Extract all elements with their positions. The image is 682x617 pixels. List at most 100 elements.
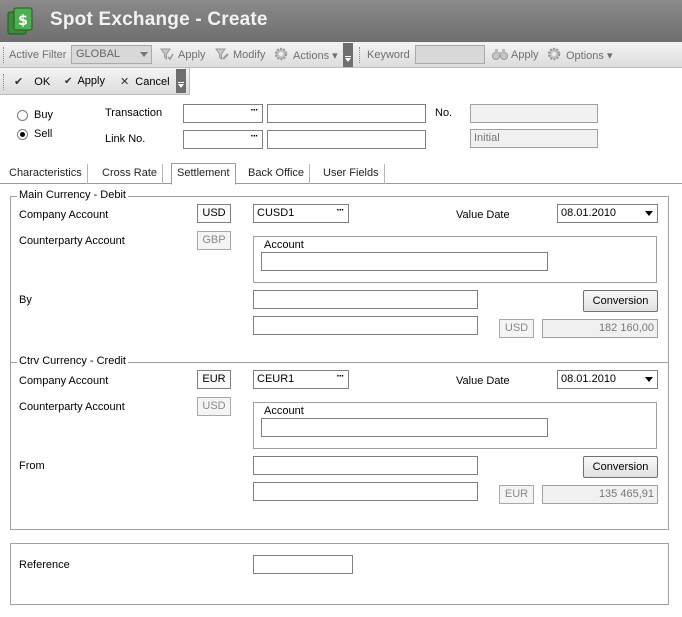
options-menu[interactable]: Options ▾ xyxy=(566,49,613,62)
credit-company-account-value: CEUR1 xyxy=(257,373,295,385)
debit-value-date-picker[interactable]: 08.01.2010 xyxy=(557,204,658,223)
keyword-apply-button[interactable]: Apply xyxy=(511,49,539,61)
credit-amount-field: 135 465,91 xyxy=(542,485,658,504)
actions-menu[interactable]: Actions ▾ xyxy=(293,49,338,62)
toolbar-grip[interactable] xyxy=(3,74,6,90)
debit-value-date: 08.01.2010 xyxy=(561,207,617,219)
credit-value-date-picker[interactable]: 08.01.2010 xyxy=(557,370,658,389)
credit-group-legend: Ctrv Currency - Credit xyxy=(17,355,128,367)
funnel-check-icon xyxy=(160,47,174,64)
transaction-description-field[interactable] xyxy=(267,104,426,123)
chevron-down-icon xyxy=(140,52,148,57)
chevron-down-icon xyxy=(645,377,653,382)
link-no-lookup-button[interactable]: ··· xyxy=(246,131,262,148)
credit-counterparty-currency: USD xyxy=(202,400,226,412)
debit-account-lookup-button[interactable]: ··· xyxy=(332,205,348,222)
tab-user-fields[interactable]: User Fields xyxy=(318,164,385,184)
debit-company-currency-button[interactable]: USD xyxy=(197,204,231,223)
credit-account-lookup-button[interactable]: ··· xyxy=(332,371,348,388)
apply-button[interactable]: ✔ Apply xyxy=(64,75,105,87)
sell-label: Sell xyxy=(34,128,53,140)
by-field-2[interactable] xyxy=(253,316,478,335)
debit-account-label: Account xyxy=(264,239,304,251)
buy-label: Buy xyxy=(34,109,53,121)
transaction-code-field[interactable]: ··· xyxy=(183,104,263,123)
tab-label: Back Office xyxy=(248,167,305,179)
buy-radio[interactable] xyxy=(17,110,28,121)
link-no-label: Link No. xyxy=(105,133,146,145)
filter-apply-button[interactable]: Apply xyxy=(178,49,206,61)
tab-label: Characteristics xyxy=(9,167,82,179)
debit-company-account-field[interactable]: CUSD1 ··· xyxy=(253,204,349,223)
active-filter-select[interactable]: GLOBAL xyxy=(71,45,152,64)
tab-label: User Fields xyxy=(323,167,379,179)
active-filter-value: GLOBAL xyxy=(76,48,121,60)
debit-company-account-label: Company Account xyxy=(19,209,109,221)
debit-amount-field: 182 160,00 xyxy=(542,319,658,338)
debit-conversion-button[interactable]: Conversion xyxy=(583,290,658,312)
currency-exchange-icon: $ xyxy=(6,6,34,36)
debit-amount-currency: USD xyxy=(504,322,529,334)
close-icon: ✕ xyxy=(120,76,130,88)
from-field-1[interactable] xyxy=(253,456,478,475)
number-field xyxy=(470,104,598,123)
credit-conversion-button[interactable]: Conversion xyxy=(583,456,658,478)
credit-account-field[interactable] xyxy=(261,418,548,437)
toolbar-overflow-button[interactable] xyxy=(176,69,186,93)
chevron-down-icon: ▾ xyxy=(606,50,613,62)
tab-label: Cross Rate xyxy=(102,167,158,179)
active-filter-label: Active Filter xyxy=(9,49,67,61)
debit-amount: 182 160,00 xyxy=(598,322,654,334)
from-label: From xyxy=(19,460,45,472)
credit-company-currency: EUR xyxy=(202,373,226,385)
chevron-down-icon: ▾ xyxy=(332,50,338,62)
checkmark-small-icon: ✔ xyxy=(64,76,73,87)
tab-label: Settlement xyxy=(177,167,230,179)
debit-company-account-value: CUSD1 xyxy=(257,207,295,219)
tab-cross-rate[interactable]: Cross Rate xyxy=(97,164,164,184)
toolbar-grip[interactable] xyxy=(359,47,362,63)
toolbar-overflow-button[interactable] xyxy=(343,43,353,67)
funnel-edit-icon xyxy=(215,47,229,64)
sell-radio[interactable] xyxy=(17,129,28,140)
transaction-lookup-button[interactable]: ··· xyxy=(246,105,262,122)
by-field-1[interactable] xyxy=(253,290,478,309)
tab-back-office[interactable]: Back Office xyxy=(243,164,311,184)
credit-counterparty-account-label: Counterparty Account xyxy=(19,401,125,413)
tab-characteristics[interactable]: Characteristics xyxy=(4,164,88,184)
debit-counterparty-account-label: Counterparty Account xyxy=(19,235,125,247)
tab-settlement[interactable]: Settlement xyxy=(171,163,236,185)
from-field-2[interactable] xyxy=(253,482,478,501)
reference-label: Reference xyxy=(19,559,70,571)
credit-company-currency-button[interactable]: EUR xyxy=(197,370,231,389)
reference-field[interactable] xyxy=(253,555,353,574)
ok-button[interactable]: ✔ OK xyxy=(14,75,50,88)
cancel-button[interactable]: ✕ Cancel xyxy=(120,75,170,88)
link-no-code-field[interactable]: ··· xyxy=(183,130,263,149)
debit-counterparty-currency-button: GBP xyxy=(197,231,231,250)
debit-group-legend: Main Currency - Debit xyxy=(17,189,128,201)
link-no-description-field[interactable] xyxy=(267,130,426,149)
debit-value-date-label: Value Date xyxy=(456,209,510,221)
filter-modify-button[interactable]: Modify xyxy=(233,49,265,61)
debit-amount-currency-button: USD xyxy=(499,319,534,338)
options-menu-label: Options xyxy=(566,50,604,62)
transaction-label: Transaction xyxy=(105,107,163,119)
status-value: Initial xyxy=(474,132,500,144)
status-field: Initial xyxy=(470,129,598,148)
keyword-label: Keyword xyxy=(367,49,410,61)
debit-account-field[interactable] xyxy=(261,252,548,271)
credit-company-account-label: Company Account xyxy=(19,375,109,387)
chevron-down-icon xyxy=(645,211,653,216)
credit-account-label: Account xyxy=(264,405,304,417)
credit-company-account-field[interactable]: CEUR1 ··· xyxy=(253,370,349,389)
credit-amount-currency-button: EUR xyxy=(499,485,534,504)
debit-conversion-label: Conversion xyxy=(592,295,649,307)
keyword-input[interactable] xyxy=(415,45,485,64)
svg-text:$: $ xyxy=(18,13,28,29)
gear-icon xyxy=(547,47,561,64)
by-label: By xyxy=(19,294,32,306)
toolbar-grip[interactable] xyxy=(3,47,6,63)
debit-counterparty-currency: GBP xyxy=(202,234,226,246)
action-toolbar: ✔ OK ✔ Apply ✕ Cancel xyxy=(0,68,190,95)
